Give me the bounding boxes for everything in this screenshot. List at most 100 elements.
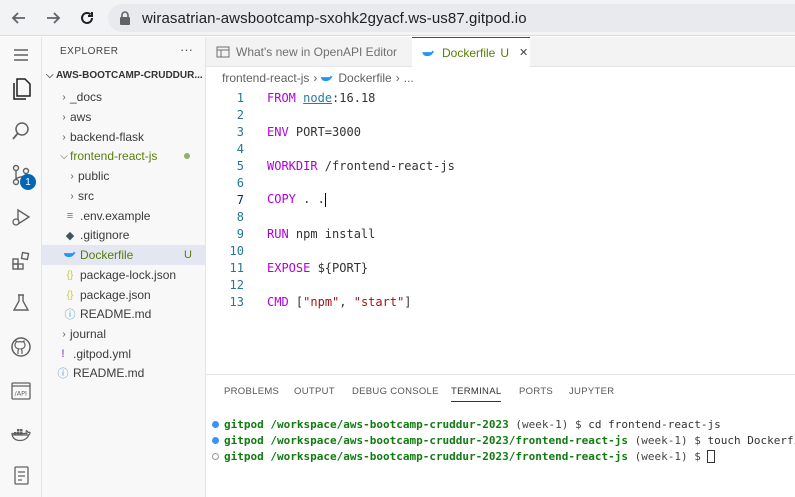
chevron-down-icon: ⌵: [46, 70, 54, 81]
line-number: 2: [236, 107, 244, 122]
openapi-icon[interactable]: /API: [7, 377, 35, 405]
tab-output[interactable]: OUTPUT: [294, 386, 335, 397]
line-number: 13: [229, 294, 244, 309]
address-bar[interactable]: wirasatrian-awsbootcamp-sxohk2gyacf.ws-u…: [108, 4, 795, 32]
docker-file-icon: [63, 249, 77, 262]
info-icon: ⓘ: [64, 309, 76, 321]
code-line: 1 FROM node:16.18: [206, 89, 795, 106]
tree-item-label: README.md: [80, 307, 152, 321]
tab-problems[interactable]: PROBLEMS: [224, 386, 279, 397]
tab-dockerfile[interactable]: Dockerfile U ✕: [412, 37, 530, 67]
tree-item-journal[interactable]: › journal: [42, 324, 206, 344]
line-number: 11: [229, 260, 244, 275]
chevron-right-icon: ›: [395, 71, 400, 85]
breadcrumb-folder[interactable]: frontend-react-js: [222, 71, 309, 85]
back-icon[interactable]: [4, 3, 34, 33]
code-line: 12: [206, 276, 795, 293]
terminal-line[interactable]: gitpod /workspace/aws-bootcamp-cruddur-2…: [212, 448, 716, 464]
close-icon[interactable]: ✕: [519, 46, 528, 59]
workspace-root[interactable]: ⌵ AWS-BOOTCAMP-CRUDDUR...: [46, 70, 203, 81]
command-success-dot: [212, 436, 219, 444]
forward-icon[interactable]: [38, 3, 68, 33]
code-editor[interactable]: 1 FROM node:16.18 2 3 ENV PORT=3000 4 5 …: [206, 89, 795, 374]
tree-item-readme[interactable]: ⓘ README.md: [42, 304, 206, 324]
chevron-right-icon: ›: [62, 91, 66, 103]
terminal-cursor: [707, 449, 716, 463]
tree-item-frontend-react-js[interactable]: ⌵ frontend-react-js: [42, 146, 206, 166]
tree-item-aws[interactable]: › aws: [42, 107, 206, 127]
tree-item-label: .gitignore: [80, 228, 130, 242]
tab-status: U: [500, 45, 510, 60]
tab-label: Dockerfile: [442, 45, 496, 60]
tree-item-label: src: [78, 189, 94, 203]
tree-item-gitpod-yml[interactable]: ! .gitpod.yml: [42, 344, 206, 364]
tree-item-public[interactable]: › public: [42, 166, 206, 186]
tree-item-label: .gitpod.yml: [73, 347, 132, 361]
tree-item-gitignore[interactable]: ◆ .gitignore: [42, 225, 206, 245]
code-line: 2: [206, 106, 795, 123]
extensions-icon[interactable]: [7, 247, 35, 275]
notebook-icon[interactable]: [7, 461, 35, 489]
source-control-badge: 1: [20, 174, 36, 190]
tab-jupyter[interactable]: JUPYTER: [569, 386, 614, 397]
breadcrumb-file[interactable]: Dockerfile: [338, 71, 391, 85]
tab-terminal[interactable]: TERMINAL: [451, 386, 502, 402]
code-text: CMD ["npm", "start"]: [267, 294, 412, 309]
testing-flask-icon[interactable]: [7, 289, 35, 317]
line-number: 1: [236, 90, 244, 105]
tree-item-label: aws: [70, 110, 92, 124]
yaml-icon: !: [61, 348, 65, 360]
tree-item-package-lock-json[interactable]: {} package-lock.json: [42, 265, 206, 285]
svg-text:/API: /API: [15, 390, 28, 398]
tab-ports[interactable]: PORTS: [519, 386, 553, 397]
json-icon: {}: [66, 269, 74, 281]
url-text[interactable]: wirasatrian-awsbootcamp-sxohk2gyacf.ws-u…: [142, 10, 527, 27]
tree-item-root-readme[interactable]: ⓘ README.md: [42, 363, 206, 383]
line-number: 9: [236, 226, 244, 241]
browser-toolbar: wirasatrian-awsbootcamp-sxohk2gyacf.ws-u…: [0, 0, 795, 36]
explorer-files-icon[interactable]: [7, 75, 35, 103]
tab-whats-new[interactable]: What's new in OpenAPI Editor: [206, 37, 412, 67]
reload-icon[interactable]: [72, 3, 102, 33]
tree-item-src[interactable]: › src: [42, 186, 206, 206]
line-number: 3: [236, 124, 244, 139]
docker-icon[interactable]: [7, 421, 35, 449]
chevron-right-icon: ›: [62, 328, 66, 340]
untracked-badge: U: [184, 249, 192, 261]
code-line: 5 WORKDIR /frontend-react-js: [206, 157, 795, 174]
line-number: 6: [236, 175, 244, 190]
chevron-right-icon: ›: [70, 190, 74, 202]
tree-item-label: journal: [70, 327, 107, 341]
search-icon[interactable]: [7, 117, 35, 145]
explorer-title: EXPLORER: [60, 46, 119, 57]
file-lines-icon: ≡: [66, 210, 74, 222]
breadcrumb-tail[interactable]: ...: [404, 71, 414, 85]
run-debug-icon[interactable]: [7, 203, 35, 231]
docker-file-icon: [321, 75, 333, 82]
code-line: 9 RUN npm install: [206, 225, 795, 242]
tree-item-label: package.json: [80, 288, 151, 302]
code-text: FROM node:16.18: [267, 90, 376, 105]
workspace-root-label: AWS-BOOTCAMP-CRUDDUR...: [56, 70, 203, 81]
tab-debug-console[interactable]: DEBUG CONSOLE: [352, 386, 439, 397]
bottom-panel: PROBLEMS OUTPUT DEBUG CONSOLE TERMINAL P…: [206, 374, 795, 497]
menu-icon[interactable]: [7, 41, 35, 69]
tree-item-backend-flask[interactable]: › backend-flask: [42, 127, 206, 147]
info-icon: ⓘ: [57, 368, 69, 380]
tree-item-package-json[interactable]: {} package.json: [42, 285, 206, 305]
more-actions-icon[interactable]: ···: [180, 42, 193, 57]
tree-item-env-example[interactable]: ≡ .env.example: [42, 206, 206, 226]
tree-item-dockerfile[interactable]: Dockerfile U: [42, 245, 206, 265]
github-icon[interactable]: [7, 333, 35, 361]
code-line: 4: [206, 140, 795, 157]
chevron-right-icon: ›: [313, 71, 318, 85]
lock-icon[interactable]: [118, 10, 132, 26]
terminal-line: gitpod /workspace/aws-bootcamp-cruddur-2…: [212, 416, 721, 432]
code-text: COPY . .: [267, 192, 326, 207]
tree-item-label: .env.example: [80, 209, 151, 223]
vscode-browser-window: wirasatrian-awsbootcamp-sxohk2gyacf.ws-u…: [0, 0, 795, 497]
tab-label: What's new in OpenAPI Editor: [236, 45, 398, 59]
tree-item-docs[interactable]: › _docs: [42, 87, 206, 107]
terminal-line: gitpod /workspace/aws-bootcamp-cruddur-2…: [212, 432, 795, 448]
code-text: WORKDIR /frontend-react-js: [267, 158, 455, 173]
